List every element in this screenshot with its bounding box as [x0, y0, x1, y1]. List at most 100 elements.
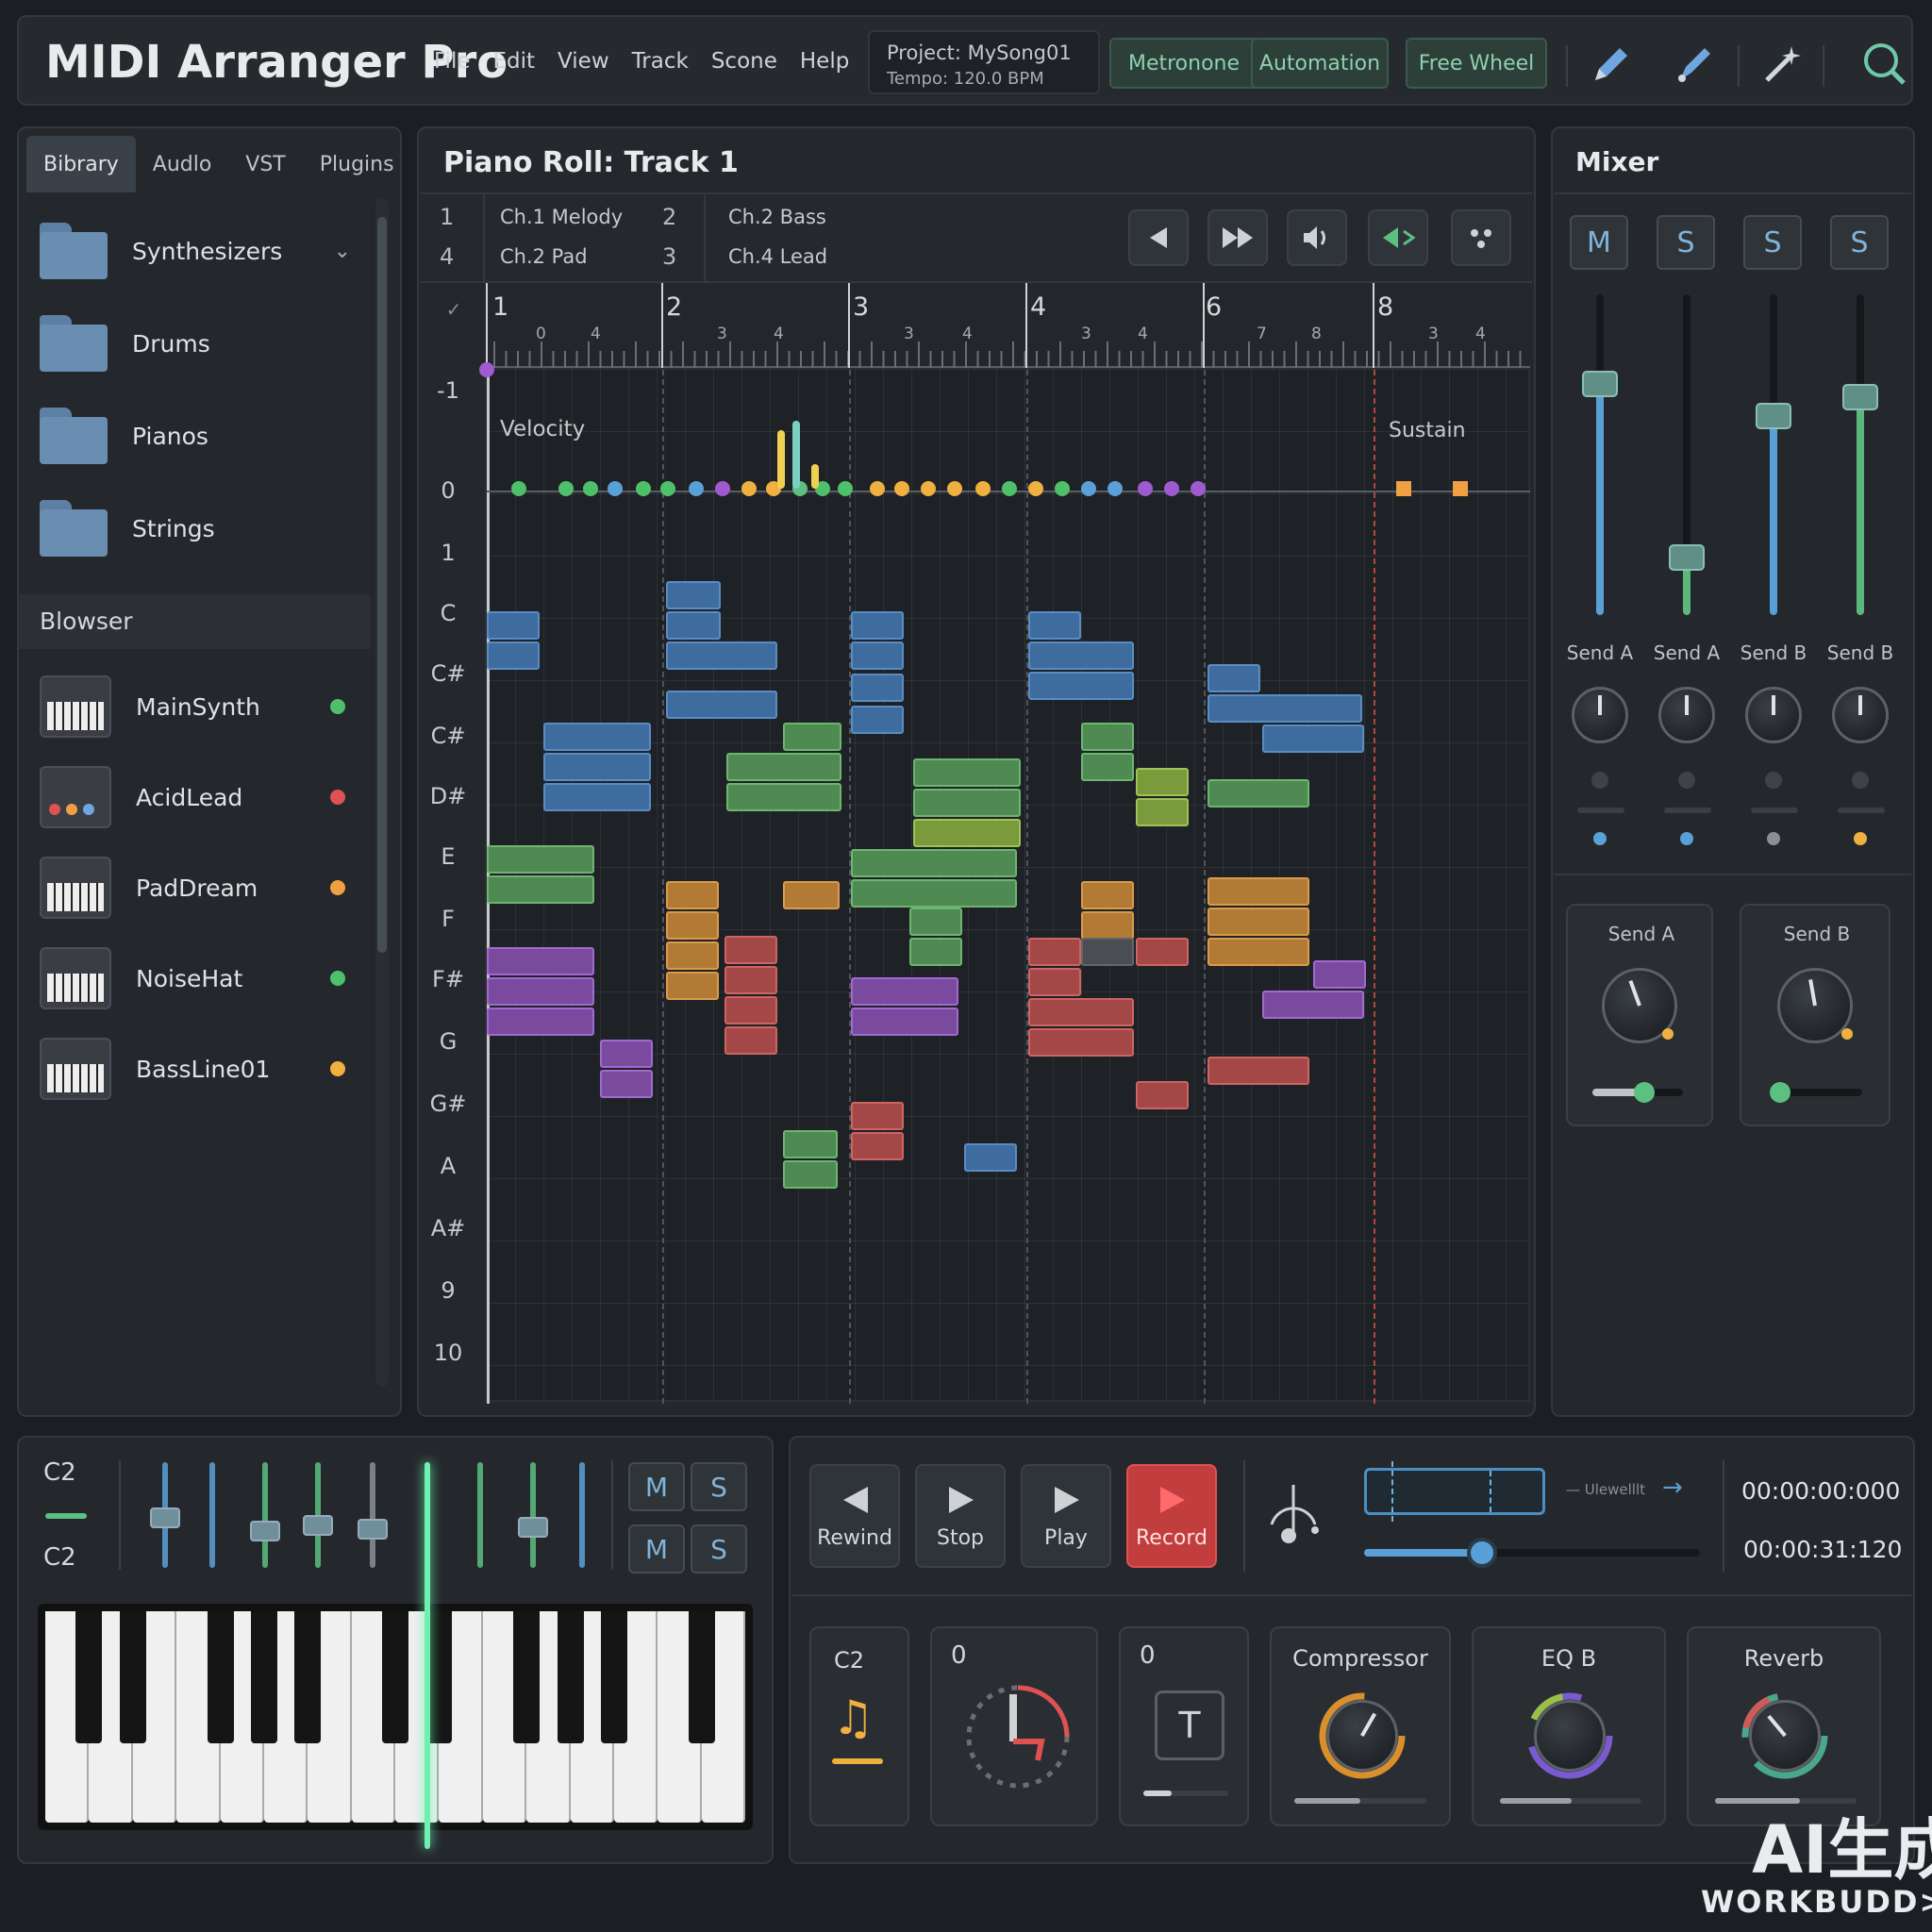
- black-key[interactable]: [294, 1611, 322, 1743]
- midi-note[interactable]: [487, 977, 594, 1006]
- midi-note[interactable]: [600, 1040, 653, 1068]
- velocity-marker[interactable]: [1191, 481, 1206, 496]
- midi-note[interactable]: [851, 879, 1017, 908]
- velocity-marker[interactable]: [1081, 481, 1096, 496]
- velocity-marker[interactable]: [608, 481, 623, 496]
- black-key[interactable]: [382, 1611, 408, 1743]
- midi-note[interactable]: [1028, 1028, 1134, 1057]
- prev-icon[interactable]: [1128, 209, 1189, 266]
- midi-note[interactable]: [913, 758, 1021, 787]
- midi-note[interactable]: [1028, 641, 1134, 670]
- tab-vst[interactable]: VST: [228, 136, 302, 192]
- midi-note[interactable]: [909, 908, 962, 936]
- piano-keyboard[interactable]: [38, 1604, 753, 1830]
- nudge-icon[interactable]: [1368, 209, 1428, 266]
- velocity-marker[interactable]: [894, 481, 909, 496]
- fader-handle[interactable]: [358, 1519, 388, 1540]
- keyboard-fader[interactable]: [477, 1462, 483, 1568]
- keyboard-fader[interactable]: [262, 1462, 268, 1568]
- midi-note[interactable]: [913, 789, 1021, 817]
- black-key[interactable]: [557, 1611, 584, 1743]
- plugin-item[interactable]: NoiseHat: [40, 938, 370, 1019]
- midi-note[interactable]: [851, 1102, 904, 1130]
- midi-note[interactable]: [724, 1026, 777, 1055]
- plugin-item[interactable]: PadDream: [40, 847, 370, 928]
- play-button[interactable]: Play: [1021, 1464, 1111, 1568]
- midi-note[interactable]: [1081, 753, 1134, 781]
- midi-note[interactable]: [851, 674, 904, 702]
- midi-note[interactable]: [666, 581, 721, 609]
- midi-note[interactable]: [783, 881, 840, 909]
- midi-note[interactable]: [1208, 877, 1309, 906]
- velocity-marker[interactable]: [838, 481, 853, 496]
- menu-file[interactable]: File: [434, 49, 471, 74]
- midi-note[interactable]: [1136, 768, 1189, 796]
- menu-edit[interactable]: Edit: [493, 49, 536, 74]
- midi-note[interactable]: [1081, 881, 1134, 909]
- fader-handle[interactable]: [1669, 543, 1705, 571]
- fader-handle[interactable]: [150, 1507, 180, 1528]
- midi-note[interactable]: [1208, 664, 1260, 692]
- midi-note[interactable]: [851, 849, 1017, 877]
- black-key[interactable]: [119, 1611, 146, 1743]
- dots-icon[interactable]: [1451, 209, 1511, 266]
- channel-label[interactable]: Ch.2 Pad: [500, 245, 588, 268]
- stop-button[interactable]: Stop: [915, 1464, 1006, 1568]
- midi-note[interactable]: [487, 875, 594, 904]
- velocity-marker[interactable]: [558, 481, 574, 496]
- eq-knob[interactable]: [1534, 1700, 1606, 1772]
- velocity-marker[interactable]: [1108, 481, 1123, 496]
- solo-button[interactable]: S: [1657, 215, 1715, 270]
- pan-knob[interactable]: [1832, 687, 1889, 743]
- velocity-bar[interactable]: [777, 430, 785, 489]
- solo-button[interactable]: S: [1830, 215, 1889, 270]
- channel-label[interactable]: Ch.4 Lead: [728, 245, 827, 268]
- speaker-icon[interactable]: [1287, 209, 1347, 266]
- fader-handle[interactable]: [303, 1515, 333, 1536]
- menu-scene[interactable]: Scone: [711, 49, 777, 74]
- fader-handle[interactable]: [1842, 383, 1878, 410]
- pan-knob[interactable]: [1658, 687, 1715, 743]
- chevron-down-icon[interactable]: ⌄: [334, 240, 351, 263]
- menu-help[interactable]: Help: [800, 49, 849, 74]
- solo-button[interactable]: S: [691, 1462, 747, 1511]
- midi-note[interactable]: [851, 1132, 904, 1160]
- velocity-marker[interactable]: [1028, 481, 1043, 496]
- velocity-marker[interactable]: [689, 481, 704, 496]
- fader-handle[interactable]: [518, 1517, 548, 1538]
- midi-note[interactable]: [666, 911, 719, 940]
- search-icon[interactable]: [1858, 40, 1911, 89]
- midi-note[interactable]: [1208, 908, 1309, 936]
- velocity-marker[interactable]: [975, 481, 991, 496]
- midi-note[interactable]: [851, 977, 958, 1006]
- midi-note[interactable]: [1028, 672, 1134, 700]
- fader-handle[interactable]: [250, 1521, 280, 1541]
- midi-note[interactable]: [1081, 911, 1134, 940]
- metronome-icon[interactable]: [1262, 1477, 1323, 1551]
- fader-handle[interactable]: [1756, 403, 1791, 430]
- tab-audio[interactable]: Audlo: [136, 136, 229, 192]
- check-icon[interactable]: ✓: [423, 285, 485, 368]
- mute-button[interactable]: M: [1570, 215, 1628, 270]
- fader-handle[interactable]: [1582, 371, 1618, 398]
- midi-note[interactable]: [1028, 611, 1081, 640]
- midi-note[interactable]: [487, 947, 594, 975]
- midi-note[interactable]: [666, 972, 719, 1000]
- tool-icon[interactable]: T: [1155, 1690, 1224, 1760]
- keyboard-fader[interactable]: [530, 1462, 536, 1568]
- mute-button[interactable]: M: [628, 1462, 685, 1511]
- solo-button[interactable]: S: [1743, 215, 1802, 270]
- loop-start-marker[interactable]: [1391, 1461, 1393, 1522]
- plugin-item[interactable]: BassLine01: [40, 1028, 370, 1109]
- velocity-marker[interactable]: [947, 481, 962, 496]
- reverb-knob[interactable]: [1749, 1700, 1821, 1772]
- timeline-ruler[interactable]: 1 0 4 2 3 4 3 3 4 4 3 4 6 7 8 8 3 4: [485, 283, 1530, 368]
- library-scrollbar[interactable]: [375, 198, 389, 1387]
- mute-button[interactable]: M: [628, 1524, 685, 1574]
- loop-end-marker[interactable]: [1490, 1471, 1491, 1512]
- midi-note[interactable]: [1208, 938, 1309, 966]
- fast-forward-icon[interactable]: [1208, 209, 1268, 266]
- midi-note[interactable]: [543, 753, 651, 781]
- midi-note[interactable]: [964, 1143, 1017, 1172]
- velocity-marker[interactable]: [921, 481, 936, 496]
